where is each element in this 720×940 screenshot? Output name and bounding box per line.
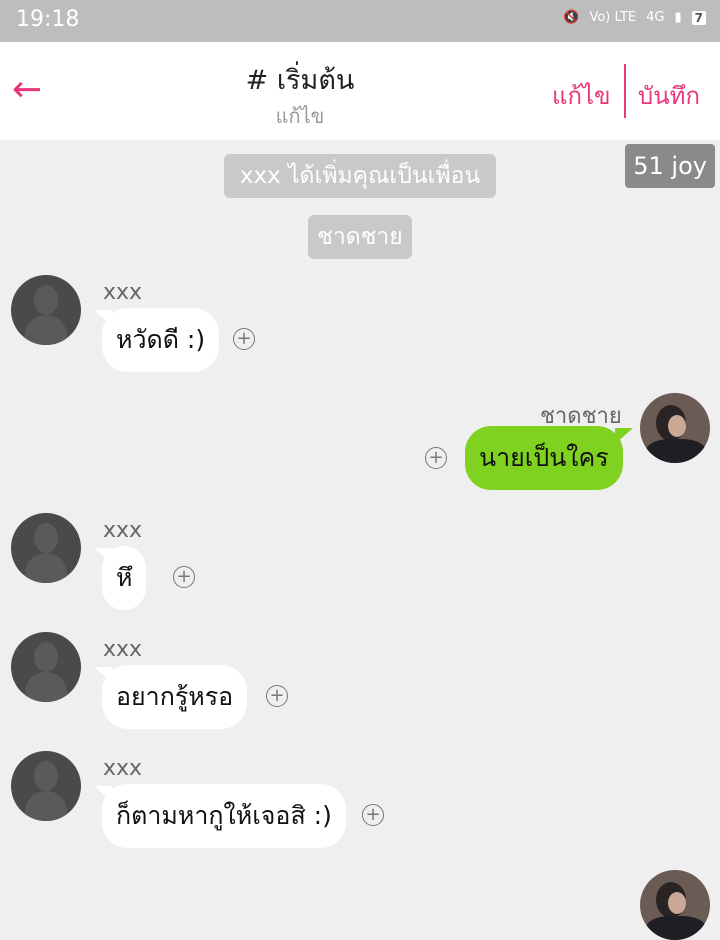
signal-label: 4G	[646, 10, 665, 25]
status-icons: 🔇 Vo) LTE 4G ▮ 7	[563, 10, 706, 25]
name-tag-notice: ชาดชาย	[308, 215, 412, 259]
avatar[interactable]	[11, 275, 81, 345]
page-title: # เริ่มต้น	[245, 65, 355, 96]
plus-circle-icon[interactable]: +	[425, 447, 447, 469]
corner-tag: 51 joy	[625, 144, 715, 188]
network-label: Vo) LTE	[589, 10, 637, 25]
mute-icon: 🔇	[563, 10, 580, 25]
my-message-bubble[interactable]: นายเป็นใคร	[465, 426, 633, 490]
plus-circle-icon[interactable]: +	[266, 685, 288, 707]
edit-button[interactable]: แก้ไข	[552, 76, 610, 115]
battery-icon: 7	[691, 10, 706, 25]
friend-added-notice: xxx ได้เพิ่มคุณเป็นเพื่อน	[224, 154, 496, 198]
message-bubble[interactable]: อยากรู้หรอ	[93, 665, 248, 729]
save-button[interactable]: บันทึก	[638, 76, 700, 115]
avatar[interactable]	[11, 632, 81, 702]
avatar[interactable]	[11, 513, 81, 583]
my-avatar[interactable]	[640, 870, 710, 940]
sender-name: xxx	[103, 637, 143, 662]
plus-circle-icon[interactable]: +	[173, 566, 195, 588]
avatar[interactable]	[11, 751, 81, 821]
app-header: ← # เริ่มต้น แก้ไข แก้ไข บันทึก	[0, 42, 720, 140]
plus-circle-icon[interactable]: +	[362, 804, 384, 826]
message-bubble[interactable]: หวัดดี :)	[93, 308, 220, 372]
signal-bars-icon: ▮	[674, 10, 682, 25]
plus-circle-icon[interactable]: +	[233, 328, 255, 350]
sender-name: xxx	[103, 280, 143, 305]
sender-name: xxx	[103, 518, 143, 543]
message-bubble[interactable]: ก็ตามหากูให้เจอสิ :)	[94, 784, 346, 848]
status-bar: 19:18 🔇 Vo) LTE 4G ▮ 7	[0, 0, 720, 42]
my-avatar[interactable]	[640, 393, 710, 463]
header-divider	[624, 64, 626, 118]
page-subtitle[interactable]: แก้ไข	[0, 100, 600, 132]
status-time: 19:18	[16, 7, 80, 32]
message-bubble[interactable]: หึ	[93, 546, 147, 610]
sender-name: xxx	[103, 756, 143, 781]
